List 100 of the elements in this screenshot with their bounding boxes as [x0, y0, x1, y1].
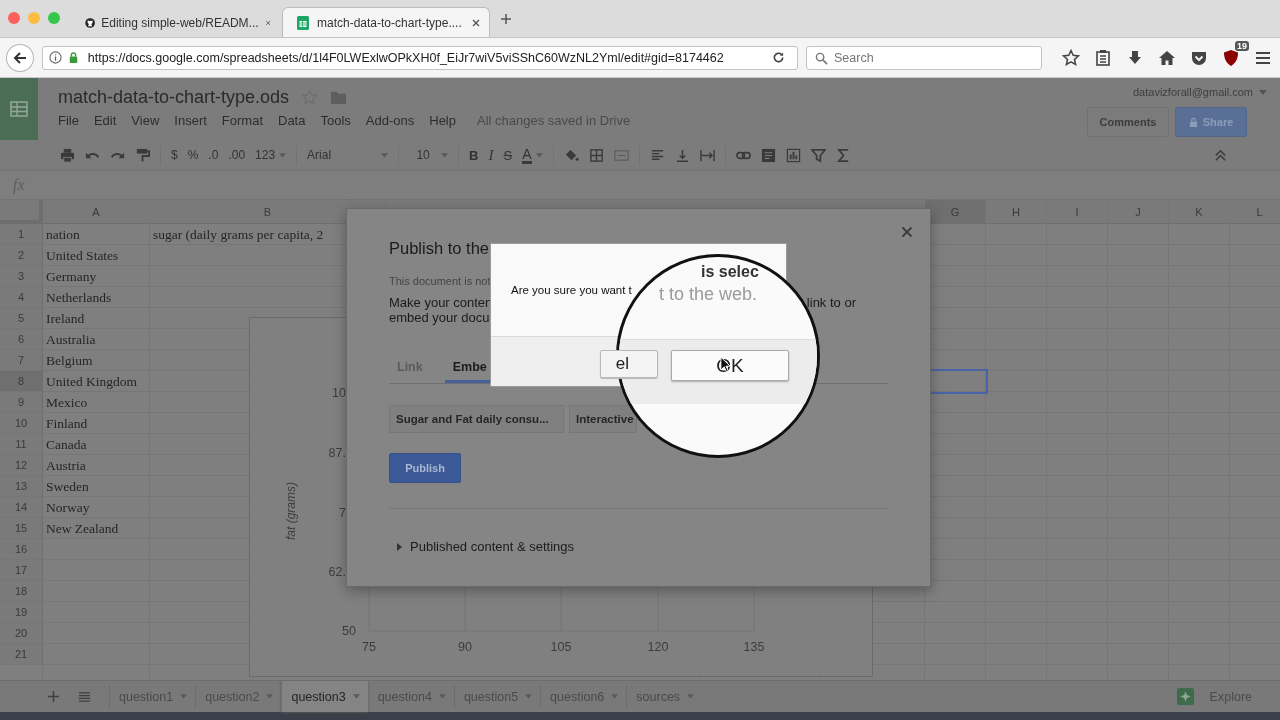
- row-number[interactable]: 5: [0, 308, 43, 329]
- text-color-button[interactable]: A: [522, 146, 532, 164]
- font-size-dropdown[interactable]: 10: [409, 148, 438, 162]
- menu-item[interactable]: Format: [221, 113, 263, 128]
- row-number[interactable]: 11: [0, 434, 43, 455]
- column-header[interactable]: K: [1169, 200, 1230, 224]
- row-number[interactable]: 6: [0, 329, 43, 350]
- decrease-decimals-button[interactable]: .0: [208, 148, 219, 162]
- publish-button[interactable]: Publish: [389, 453, 461, 483]
- reload-icon[interactable]: [772, 51, 785, 64]
- increase-decimals-button[interactable]: .00: [228, 148, 246, 162]
- caret-icon[interactable]: [438, 694, 446, 699]
- reading-list-icon[interactable]: [1094, 48, 1112, 67]
- info-icon[interactable]: [48, 51, 62, 64]
- row-number[interactable]: 14: [0, 497, 43, 518]
- row-number[interactable]: 3: [0, 266, 43, 287]
- menu-item[interactable]: Insert: [174, 113, 207, 128]
- column-header[interactable]: A: [43, 200, 150, 224]
- align-left-icon[interactable]: [649, 147, 665, 163]
- add-sheet-icon[interactable]: [47, 690, 60, 703]
- caret-icon[interactable]: [535, 152, 543, 158]
- caret-icon[interactable]: [687, 694, 695, 699]
- close-icon[interactable]: [901, 226, 913, 238]
- menu-item[interactable]: Data: [278, 113, 306, 128]
- collapse-icon[interactable]: [1213, 147, 1228, 163]
- section-toggle[interactable]: Published content & settings: [410, 539, 575, 554]
- menu-item[interactable]: File: [58, 113, 79, 128]
- caret-icon[interactable]: [611, 694, 619, 699]
- align-bottom-icon[interactable]: [674, 147, 690, 163]
- caret-icon[interactable]: [441, 152, 449, 158]
- address-field[interactable]: https://docs.google.com/spreadsheets/d/1l4F0LWExlwOPkXH0f_EiJr7wiV5viSShC60WzNL2Yml/edit#gid=8174462: [41, 45, 798, 70]
- row-number[interactable]: 2: [0, 245, 43, 266]
- filter-icon[interactable]: [810, 147, 826, 163]
- caret-icon[interactable]: [381, 152, 389, 158]
- close-icon[interactable]: [471, 17, 481, 28]
- column-header[interactable]: J: [1108, 200, 1169, 224]
- row-number[interactable]: 7: [0, 350, 43, 371]
- menu-item[interactable]: Edit: [93, 113, 117, 128]
- dropdown[interactable]: Sugar and Fat daily consu...: [389, 405, 564, 433]
- new-tab-icon[interactable]: [500, 12, 512, 25]
- row-number[interactable]: 19: [0, 602, 43, 623]
- font-dropdown[interactable]: Arial: [307, 148, 378, 162]
- merge-cells-icon[interactable]: [613, 147, 629, 163]
- bookmark-star-icon[interactable]: [1062, 48, 1080, 67]
- text-wrap-icon[interactable]: [699, 147, 715, 163]
- caret-icon[interactable]: [279, 152, 287, 158]
- comment-icon[interactable]: [760, 147, 776, 163]
- sum-icon[interactable]: [835, 147, 851, 163]
- caret-icon[interactable]: [180, 694, 188, 699]
- column-header[interactable]: H: [986, 200, 1047, 224]
- sheet-list-icon[interactable]: [78, 690, 91, 703]
- row-number[interactable]: 9: [0, 392, 43, 413]
- bold-button[interactable]: B: [469, 147, 479, 163]
- row-number[interactable]: 12: [0, 455, 43, 476]
- caret-icon[interactable]: [352, 694, 360, 699]
- row-number[interactable]: 15: [0, 518, 43, 539]
- row-number[interactable]: 16: [0, 539, 43, 560]
- caret-icon[interactable]: [1259, 89, 1267, 95]
- row-number[interactable]: 21: [0, 644, 43, 665]
- expand-arrow-icon[interactable]: [397, 542, 402, 551]
- shield-icon[interactable]: [1222, 48, 1240, 67]
- borders-icon[interactable]: [588, 147, 604, 163]
- folder-icon[interactable]: [330, 89, 348, 106]
- browser-tab[interactable]: match-data-to-chart-type....: [282, 7, 490, 37]
- menu-item[interactable]: View: [131, 113, 160, 128]
- menu-item[interactable]: Add-ons: [365, 113, 415, 128]
- strikethrough-button[interactable]: S: [503, 147, 513, 163]
- menu-item[interactable]: Help: [429, 113, 456, 128]
- home-icon[interactable]: [1158, 48, 1176, 67]
- currency-format-button[interactable]: $: [171, 148, 178, 162]
- caret-icon[interactable]: [266, 694, 274, 699]
- italic-button[interactable]: I: [488, 146, 494, 164]
- row-number[interactable]: 20: [0, 623, 43, 644]
- row-number[interactable]: 18: [0, 581, 43, 602]
- sheet-tab[interactable]: question3: [281, 681, 368, 712]
- cancel-button[interactable]: el: [600, 350, 658, 378]
- row-number[interactable]: 4: [0, 287, 43, 308]
- row-number[interactable]: 10: [0, 413, 43, 434]
- row-number[interactable]: 13: [0, 476, 43, 497]
- search-field[interactable]: Search: [806, 45, 1042, 70]
- account-email[interactable]: datavizforall@gmail.com: [1133, 86, 1253, 98]
- dropdown[interactable]: Interactive: [569, 405, 637, 433]
- zoom-window-icon[interactable]: [48, 11, 60, 24]
- row-number[interactable]: 1: [0, 224, 43, 245]
- sheets-logo-icon[interactable]: [0, 78, 38, 140]
- paint-bucket-icon[interactable]: [563, 147, 579, 163]
- number-format-button[interactable]: 123: [255, 148, 276, 162]
- paint-format-icon[interactable]: [135, 147, 150, 163]
- percent-format-button[interactable]: %: [187, 148, 199, 162]
- close-window-icon[interactable]: [8, 11, 20, 24]
- caret-icon[interactable]: [525, 694, 533, 699]
- document-title[interactable]: match-data-to-chart-type.ods: [58, 87, 290, 108]
- print-icon[interactable]: [60, 147, 75, 163]
- chart-icon[interactable]: [785, 147, 801, 163]
- back-arrow-icon[interactable]: [11, 49, 28, 66]
- row-number[interactable]: 17: [0, 560, 43, 581]
- back-button[interactable]: [6, 43, 34, 72]
- menu-item[interactable]: Tools: [320, 113, 351, 128]
- browser-tab[interactable]: Editing simple-web/READM...: [72, 7, 280, 37]
- comments-button[interactable]: Comments: [1087, 107, 1169, 137]
